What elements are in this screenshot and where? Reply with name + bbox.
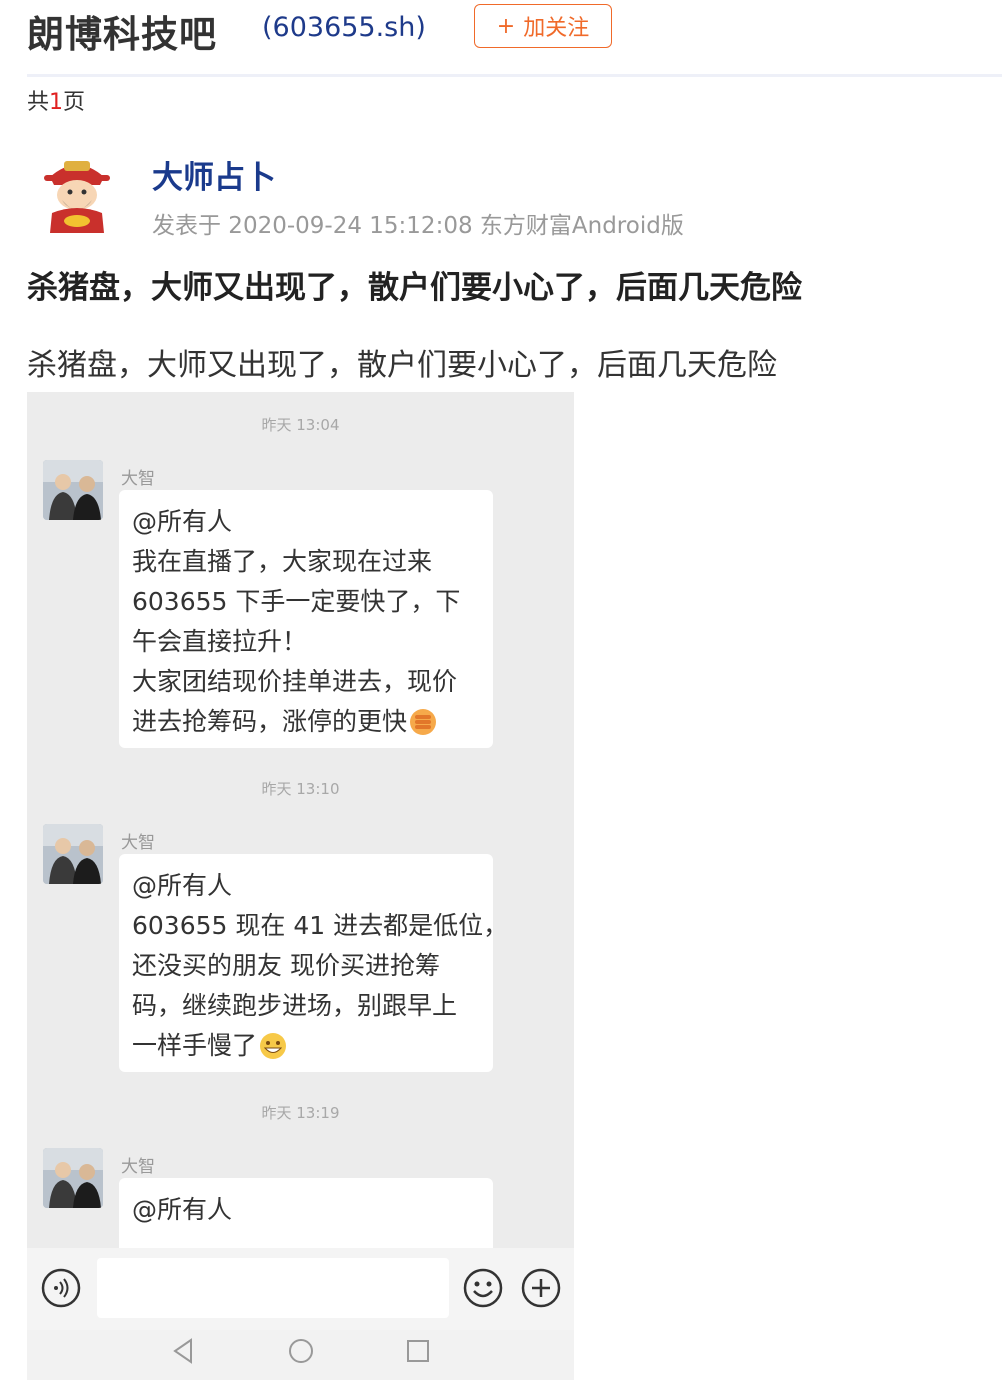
follow-button[interactable]: + 加关注 <box>474 4 612 48</box>
message-line: 603655 下手一定要快了，下 <box>132 587 461 616</box>
stock-code[interactable]: (603655.sh) <box>262 12 426 43</box>
message-line: @所有人 <box>132 507 233 536</box>
sender-name: 大智 <box>121 1157 155 1177</box>
sender-name: 大智 <box>121 833 155 853</box>
author-avatar[interactable] <box>42 155 112 233</box>
nav-home-icon <box>289 1339 313 1363</box>
post-title: 杀猪盘，大师又出现了，散户们要小心了，后面几天危险 <box>27 270 802 306</box>
author-name[interactable]: 大师占卜 <box>152 152 276 197</box>
message-line: 还没买的朋友 现价买进抢筹 <box>132 951 440 980</box>
nav-recent-icon <box>407 1340 429 1362</box>
message-line: 我在直播了，大家现在过来 <box>132 547 433 576</box>
chat-avatar <box>43 1148 103 1208</box>
post-body: 杀猪盘，大师又出现了，散户们要小心了，后面几天危险 <box>27 348 777 383</box>
forum-header: 朗博科技吧 (603655.sh) + 加关注 <box>0 0 1002 78</box>
voice-icon <box>41 1268 81 1308</box>
chat-input-field <box>97 1258 449 1318</box>
page-count: 共1页 <box>27 84 85 116</box>
message-line: 大家团结现价挂单进去，现价 <box>132 667 458 696</box>
smiley-icon <box>463 1268 503 1308</box>
user-photo-icon <box>43 1148 103 1208</box>
page-count-number: 1 <box>49 90 64 115</box>
chat-screenshot-image: 昨天 13:04 大智 @所有人 我在直播了，大家现在过来 603655 下手一… <box>27 392 574 1380</box>
nav-back-icon <box>173 1338 192 1364</box>
god-of-wealth-avatar-icon <box>44 161 110 233</box>
message-line: 码，继续跑步进场，别跟早上 <box>132 991 458 1020</box>
sender-name: 大智 <box>121 469 155 489</box>
bar-name[interactable]: 朗博科技吧 <box>27 4 217 58</box>
android-nav-bar <box>27 1330 574 1380</box>
grin-emoji-icon <box>260 1033 287 1059</box>
plus-icon: + <box>496 13 516 39</box>
plus-circle-icon <box>521 1268 561 1308</box>
follow-label: 加关注 <box>523 16 590 41</box>
user-photo-icon <box>43 824 103 884</box>
chat-avatar <box>43 460 103 520</box>
message-time: 昨天 13:19 <box>261 1104 340 1122</box>
page-count-prefix: 共 <box>27 90 50 115</box>
fist-emoji-icon <box>410 709 437 735</box>
chat-bubble: @所有人 603655 现在 41 进去都是低位， 还没买的朋友 现价买进抢筹 … <box>119 854 509 1072</box>
page-count-suffix: 页 <box>63 90 86 115</box>
message-time: 昨天 13:10 <box>261 780 340 798</box>
message-time: 昨天 13:04 <box>261 416 340 434</box>
chat-bubble: @所有人 我在直播了，大家现在过来 603655 下手一定要快了，下 午会直接拉… <box>119 490 493 748</box>
message-line: 603655 现在 41 进去都是低位， <box>132 911 509 940</box>
message-line: @所有人 <box>132 871 233 900</box>
post-meta: 发表于 2020-09-24 15:12:08 东方财富Android版 <box>152 213 684 239</box>
header-divider <box>27 74 1002 77</box>
message-line: 一样手慢了 <box>132 1031 258 1060</box>
user-photo-icon <box>43 460 103 520</box>
message-line: 午会直接拉升！ <box>132 627 308 656</box>
message-line: 进去抢筹码，涨停的更快 <box>132 707 408 736</box>
message-line: @所有人 <box>132 1195 233 1224</box>
chat-input-bar <box>27 1248 574 1330</box>
chat-avatar <box>43 824 103 884</box>
